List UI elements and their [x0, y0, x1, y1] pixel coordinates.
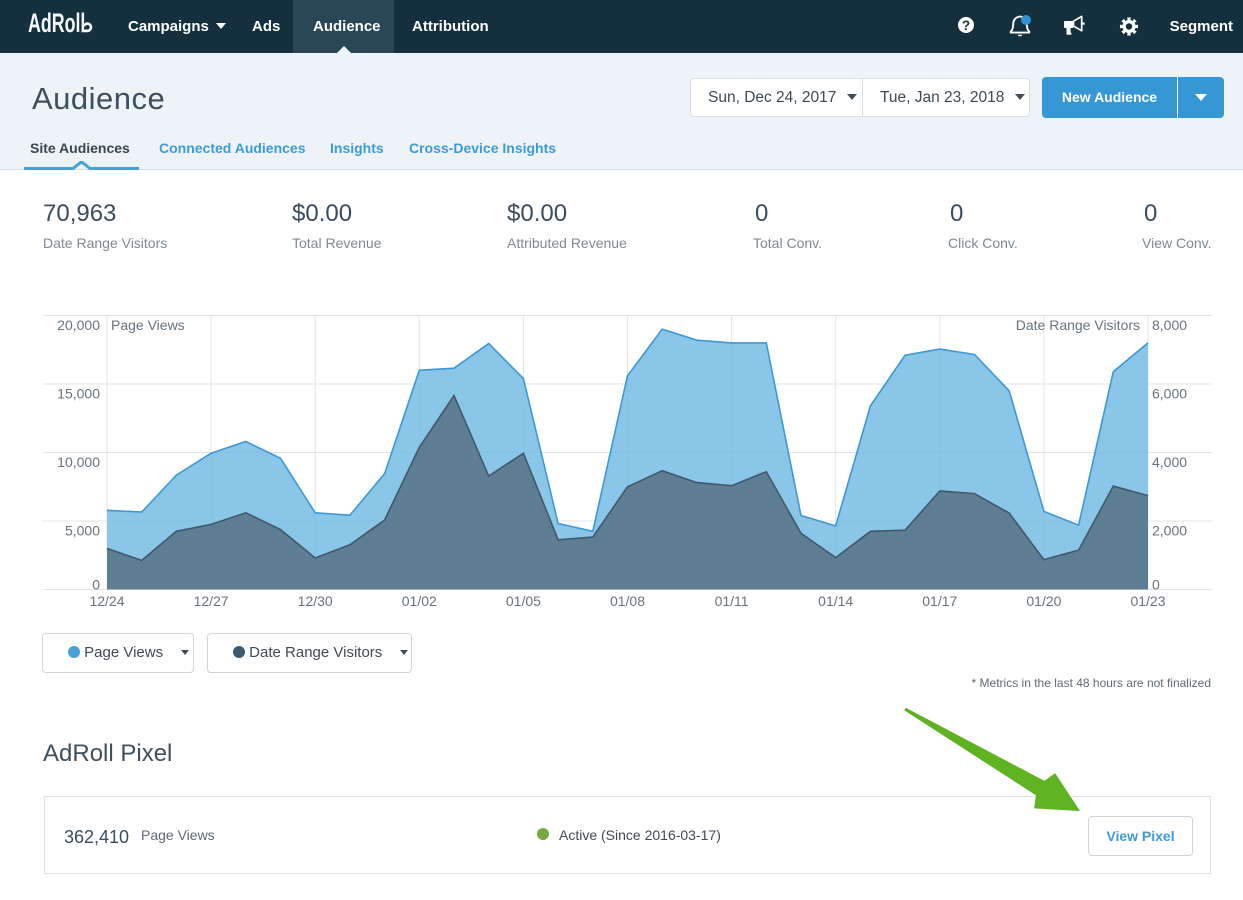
svg-text:4,000: 4,000	[1152, 454, 1187, 470]
svg-text:01/14: 01/14	[818, 593, 853, 609]
svg-text:01/08: 01/08	[610, 593, 645, 609]
svg-text:01/11: 01/11	[715, 593, 749, 609]
svg-text:12/27: 12/27	[194, 593, 229, 609]
svg-text:8,000: 8,000	[1152, 317, 1187, 333]
svg-text:01/02: 01/02	[402, 593, 437, 609]
svg-text:2,000: 2,000	[1152, 523, 1187, 539]
svg-text:0: 0	[92, 577, 100, 593]
svg-text:01/05: 01/05	[506, 593, 541, 609]
svg-text:5,000: 5,000	[65, 523, 100, 539]
svg-text:01/20: 01/20	[1026, 593, 1061, 609]
svg-text:Date Range Visitors: Date Range Visitors	[1016, 317, 1140, 333]
svg-text:15,000: 15,000	[57, 386, 100, 402]
svg-text:01/23: 01/23	[1130, 593, 1165, 609]
svg-text:Page Views: Page Views	[111, 317, 185, 333]
svg-text:01/17: 01/17	[922, 593, 957, 609]
svg-text:12/30: 12/30	[298, 593, 333, 609]
svg-text:0: 0	[1152, 577, 1160, 593]
svg-text:10,000: 10,000	[57, 454, 100, 470]
svg-text:6,000: 6,000	[1152, 386, 1187, 402]
svg-text:12/24: 12/24	[89, 593, 124, 609]
svg-text:20,000: 20,000	[57, 317, 100, 333]
